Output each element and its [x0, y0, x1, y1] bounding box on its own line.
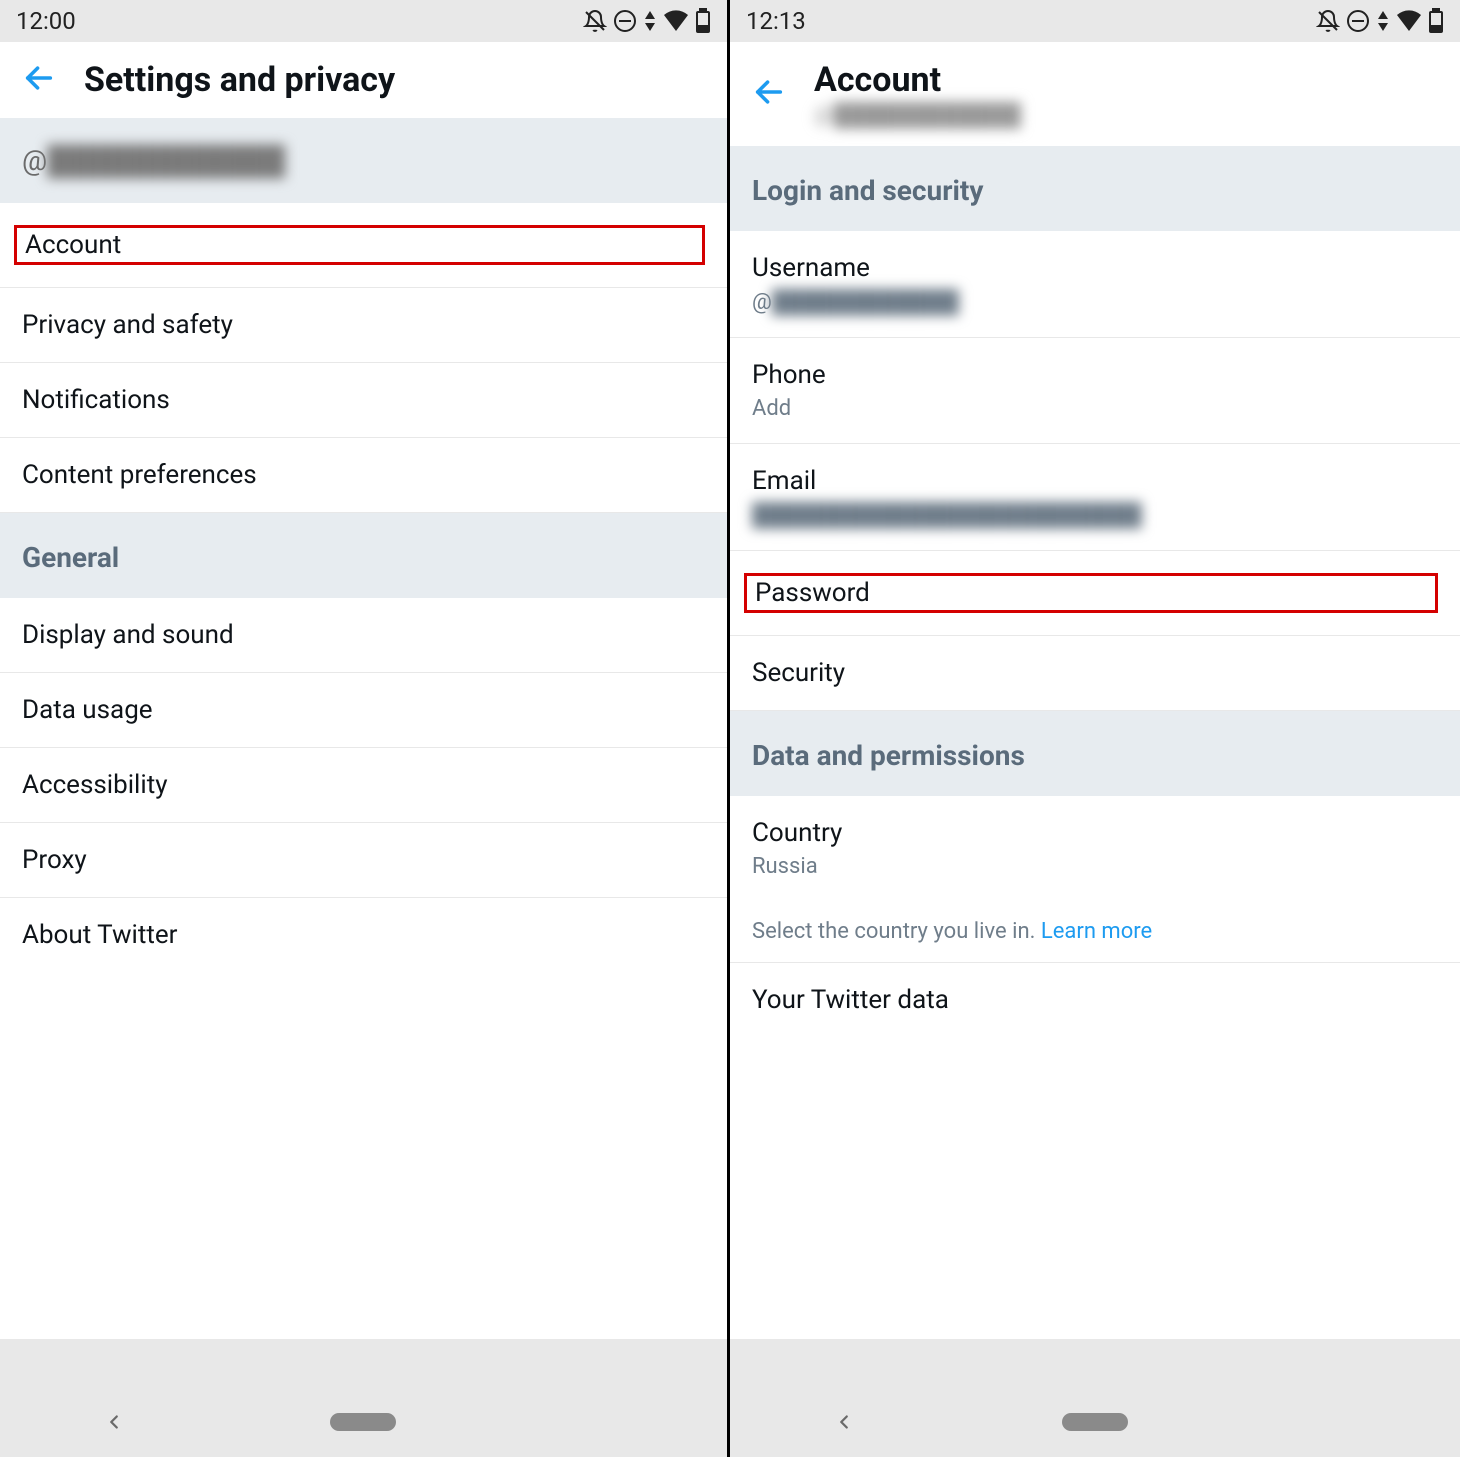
bell-off-icon — [583, 9, 607, 33]
data-permissions-list: Country Russia Select the country you li… — [730, 796, 1460, 1037]
account-item-country[interactable]: Country Russia — [730, 796, 1460, 901]
nav-bar — [730, 1387, 1460, 1457]
nav-home-pill[interactable] — [1062, 1413, 1128, 1431]
battery-icon — [695, 8, 711, 34]
section-header-login-security: Login and security — [730, 146, 1460, 231]
nav-bar — [0, 1387, 727, 1457]
wifi-icon — [1396, 9, 1422, 33]
settings-list-top: Account Privacy and safety Notifications… — [0, 203, 727, 513]
back-button[interactable] — [22, 61, 56, 99]
username-value: @████████████ — [752, 289, 1438, 315]
nav-back-button[interactable] — [833, 1411, 855, 1433]
status-bar: 12:00 — [0, 0, 727, 42]
country-help-text: Select the country you live in. Learn mo… — [730, 901, 1460, 962]
settings-item-content-preferences[interactable]: Content preferences — [0, 438, 727, 513]
page-title: Account — [814, 60, 1021, 100]
page-subtitle: @████████████ — [814, 102, 1021, 128]
app-bar: Settings and privacy — [0, 42, 727, 118]
section-header-data-permissions: Data and permissions — [730, 711, 1460, 796]
dnd-icon — [613, 9, 637, 33]
country-value: Russia — [752, 854, 1438, 879]
chevron-left-icon — [103, 1411, 125, 1433]
page-title: Settings and privacy — [84, 60, 395, 100]
account-handle-header: @████████████ — [0, 118, 727, 203]
settings-list-general: Display and sound Data usage Accessibili… — [0, 598, 727, 972]
settings-item-privacy-safety[interactable]: Privacy and safety — [0, 288, 727, 363]
account-item-phone[interactable]: Phone Add — [730, 338, 1460, 444]
status-icons — [1316, 8, 1444, 34]
account-item-email[interactable]: Email █████████████████████████ — [730, 444, 1460, 551]
settings-item-notifications[interactable]: Notifications — [0, 363, 727, 438]
nav-home-pill[interactable] — [330, 1413, 396, 1431]
login-security-list: Username @████████████ Phone Add Email █… — [730, 231, 1460, 711]
dnd-icon — [1346, 9, 1370, 33]
nav-back-button[interactable] — [103, 1411, 125, 1433]
account-item-twitter-data[interactable]: Your Twitter data — [730, 962, 1460, 1037]
chevron-left-icon — [833, 1411, 855, 1433]
left-screenshot: 12:00 Settings and privacy @████████████… — [0, 0, 730, 1457]
app-bar: Account @████████████ — [730, 42, 1460, 146]
status-time: 12:00 — [16, 7, 76, 35]
section-header-general: General — [0, 513, 727, 598]
battery-icon — [1428, 8, 1444, 34]
account-item-username[interactable]: Username @████████████ — [730, 231, 1460, 338]
status-time: 12:13 — [746, 7, 806, 35]
email-value: █████████████████████████ — [752, 502, 1438, 528]
wifi-icon — [663, 9, 689, 33]
updown-icon — [643, 9, 657, 33]
settings-item-proxy[interactable]: Proxy — [0, 823, 727, 898]
back-arrow-icon — [752, 75, 786, 109]
phone-value: Add — [752, 396, 1438, 421]
updown-icon — [1376, 9, 1390, 33]
status-icons — [583, 8, 711, 34]
settings-item-about-twitter[interactable]: About Twitter — [0, 898, 727, 972]
settings-item-account[interactable]: Account — [0, 203, 727, 288]
account-item-password[interactable]: Password — [730, 551, 1460, 636]
learn-more-link[interactable]: Learn more — [1041, 919, 1152, 944]
back-arrow-icon — [22, 61, 56, 95]
settings-item-accessibility[interactable]: Accessibility — [0, 748, 727, 823]
settings-item-display-sound[interactable]: Display and sound — [0, 598, 727, 673]
settings-item-data-usage[interactable]: Data usage — [0, 673, 727, 748]
right-screenshot: 12:13 Account @████████████ Login and se… — [730, 0, 1460, 1457]
status-bar: 12:13 — [730, 0, 1460, 42]
account-item-security[interactable]: Security — [730, 636, 1460, 711]
back-button[interactable] — [752, 75, 786, 113]
bell-off-icon — [1316, 9, 1340, 33]
